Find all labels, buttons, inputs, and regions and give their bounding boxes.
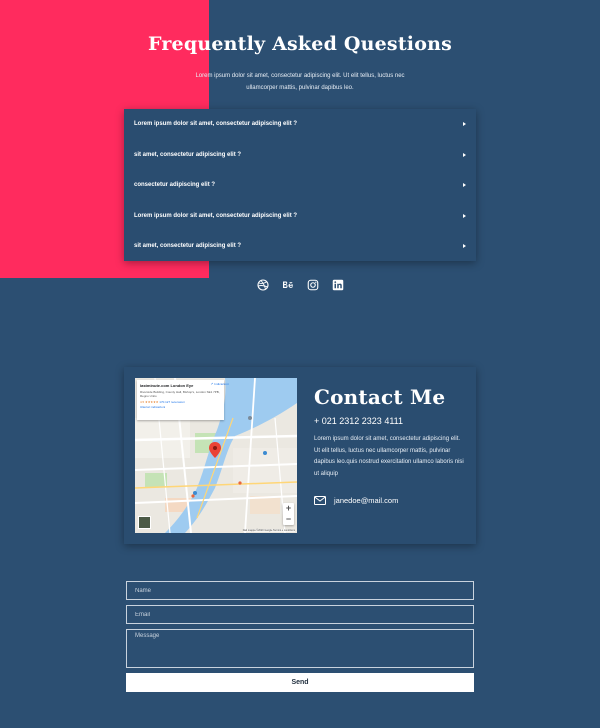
zoom-in-icon[interactable]: +: [286, 504, 291, 513]
faq-question: sit amet, consectetur adipiscing elit ?: [134, 152, 242, 158]
faq-question: Lorem ipsum dolor sit amet, consectetur …: [134, 213, 298, 219]
dribbble-icon[interactable]: [256, 279, 269, 291]
instagram-icon[interactable]: [307, 279, 319, 291]
contact-email[interactable]: janedoe@mail.com: [334, 496, 398, 505]
map-directions-button[interactable]: ↱ Indicazioni: [211, 382, 229, 386]
email-field[interactable]: [126, 605, 474, 624]
faq-question: sit amet, consectetur adipiscing elit ?: [134, 243, 242, 249]
contact-email-row[interactable]: janedoe@mail.com: [314, 496, 398, 505]
faq-item[interactable]: Lorem ipsum dolor sit amet, consectetur …: [124, 201, 476, 231]
map-larger-link[interactable]: Ulteriori indicazioni: [140, 405, 221, 409]
faq-accordion: Lorem ipsum dolor sit amet, consectetur …: [124, 109, 476, 261]
social-links: [0, 279, 600, 291]
map-rating-value: 4.5 ★★★★★: [140, 400, 159, 404]
mail-icon: [314, 496, 326, 505]
linkedin-icon[interactable]: [332, 279, 344, 291]
map-place-address: Riverside Building, County Hall, Bishop'…: [140, 390, 220, 398]
message-field[interactable]: [126, 629, 474, 668]
map-zoom-control[interactable]: + −: [283, 503, 294, 525]
map-place-title: lastminute.com London Eye: [140, 383, 194, 388]
map-satellite-toggle[interactable]: [138, 516, 151, 529]
faq-question: consectetur adipiscing elit ?: [134, 182, 216, 188]
caret-right-icon: [463, 122, 466, 126]
faq-intro: Lorem ipsum dolor sit amet, consectetur …: [195, 73, 405, 91]
caret-right-icon: [463, 153, 466, 157]
faq-item[interactable]: consectetur adipiscing elit ?: [124, 170, 476, 200]
send-button[interactable]: Send: [126, 673, 474, 692]
name-field[interactable]: [126, 581, 474, 600]
faq-question: Lorem ipsum dolor sit amet, consectetur …: [134, 121, 298, 127]
map-place-card: lastminute.com London Eye Riverside Buil…: [137, 380, 224, 420]
contact-title: Contact Me: [314, 385, 446, 409]
map-directions-label: Indicazioni: [214, 382, 229, 386]
behance-icon[interactable]: [282, 279, 294, 291]
faq-item[interactable]: Lorem ipsum dolor sit amet, consectetur …: [124, 109, 476, 139]
embedded-map[interactable]: lastminute.com London Eye Riverside Buil…: [135, 378, 297, 533]
map-reviews-link[interactable]: 170.127 recensioni: [159, 400, 184, 404]
contact-card: lastminute.com London Eye Riverside Buil…: [124, 367, 476, 544]
faq-title: Frequently Asked Questions: [147, 33, 453, 55]
caret-right-icon: [463, 214, 466, 218]
map-attribution: Dati mappa ©2020 Google Termini e condiz…: [242, 529, 295, 532]
faq-item[interactable]: sit amet, consectetur adipiscing elit ?: [124, 231, 476, 261]
contact-description: Lorem ipsum dolor sit amet, consectetur …: [314, 436, 464, 477]
map-place-rating: 4.5 ★★★★★ 170.127 recensioni: [140, 400, 221, 404]
caret-right-icon: [463, 244, 466, 248]
zoom-out-icon[interactable]: −: [286, 515, 291, 524]
caret-right-icon: [463, 183, 466, 187]
faq-item[interactable]: sit amet, consectetur adipiscing elit ?: [124, 140, 476, 170]
contact-phone: + 021 2312 2323 4111: [314, 416, 404, 426]
